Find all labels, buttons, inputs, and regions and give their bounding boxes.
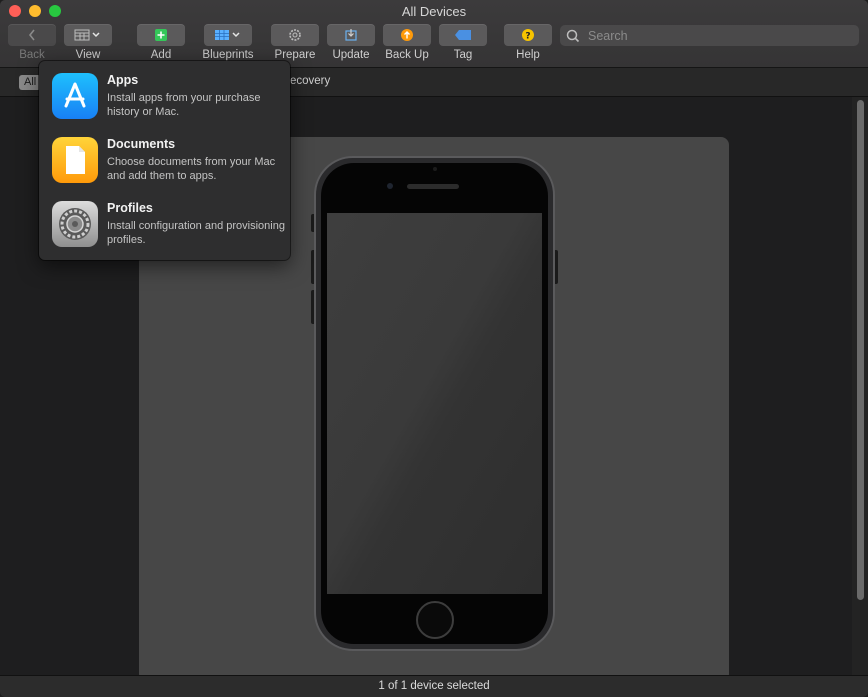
backup-label: Back Up: [385, 49, 429, 61]
backup-arrow-icon: [401, 29, 413, 41]
tag-button[interactable]: Tag: [439, 24, 487, 61]
menu-item-description: Install apps from your purchase history …: [107, 92, 261, 118]
search-input[interactable]: [586, 27, 850, 44]
chevron-left-icon: [28, 29, 35, 41]
add-button[interactable]: Add: [137, 24, 185, 61]
back-label: Back: [19, 49, 45, 61]
search-icon: [566, 29, 580, 42]
menu-item-title: Documents: [107, 137, 176, 151]
blueprint-grid-icon: [215, 30, 240, 40]
add-label: Add: [150, 49, 172, 61]
update-label: Update: [332, 49, 370, 61]
status-bar: 1 of 1 device selected: [0, 675, 868, 697]
help-icon: ?: [522, 29, 534, 42]
window-title: All Devices: [401, 4, 467, 19]
help-button[interactable]: ? Help: [504, 24, 552, 61]
blueprints-label: Blueprints: [202, 49, 254, 61]
add-popover-menu: Apps Install apps from your purchase his…: [39, 61, 290, 260]
view-label: View: [75, 49, 101, 61]
menu-item-description: Install configuration and provisioning p…: [107, 220, 285, 246]
update-icon: [345, 29, 357, 41]
menu-item-documents[interactable]: Documents Choose documents from your Mac…: [52, 137, 284, 193]
gear-icon: [289, 29, 301, 41]
menu-item-profiles[interactable]: Profiles Install configuration and provi…: [52, 201, 285, 257]
app-store-icon: [52, 73, 98, 119]
plus-icon: [155, 29, 167, 41]
back-button[interactable]: Back: [8, 24, 56, 61]
help-label: Help: [516, 49, 540, 61]
menu-item-title: Apps: [107, 73, 139, 87]
grid-view-icon: [74, 29, 100, 41]
settings-gear-icon: [52, 201, 98, 247]
filter-recovery[interactable]: ecovery: [290, 75, 330, 87]
search-field[interactable]: [560, 25, 859, 46]
backup-button[interactable]: Back Up: [383, 24, 431, 61]
menu-item-title: Profiles: [107, 201, 153, 215]
view-button[interactable]: View: [64, 24, 112, 61]
tag-label: Tag: [453, 49, 473, 61]
scrollbar-thumb[interactable]: [857, 100, 864, 600]
prepare-button[interactable]: Prepare: [271, 24, 319, 61]
app-window: All Devices Back View Add Blueprints Pre…: [0, 0, 868, 697]
document-icon: [52, 137, 98, 183]
tag-icon: [455, 30, 471, 40]
menu-item-apps[interactable]: Apps Install apps from your purchase his…: [52, 73, 284, 129]
prepare-label: Prepare: [274, 49, 316, 61]
blueprints-button[interactable]: Blueprints: [200, 24, 256, 61]
update-button[interactable]: Update: [327, 24, 375, 61]
filter-all[interactable]: All: [19, 75, 42, 90]
svg-text:?: ?: [525, 32, 530, 42]
toolbar: All Devices Back View Add Blueprints Pre…: [0, 0, 868, 68]
menu-item-description: Choose documents from your Mac and add t…: [107, 156, 276, 182]
